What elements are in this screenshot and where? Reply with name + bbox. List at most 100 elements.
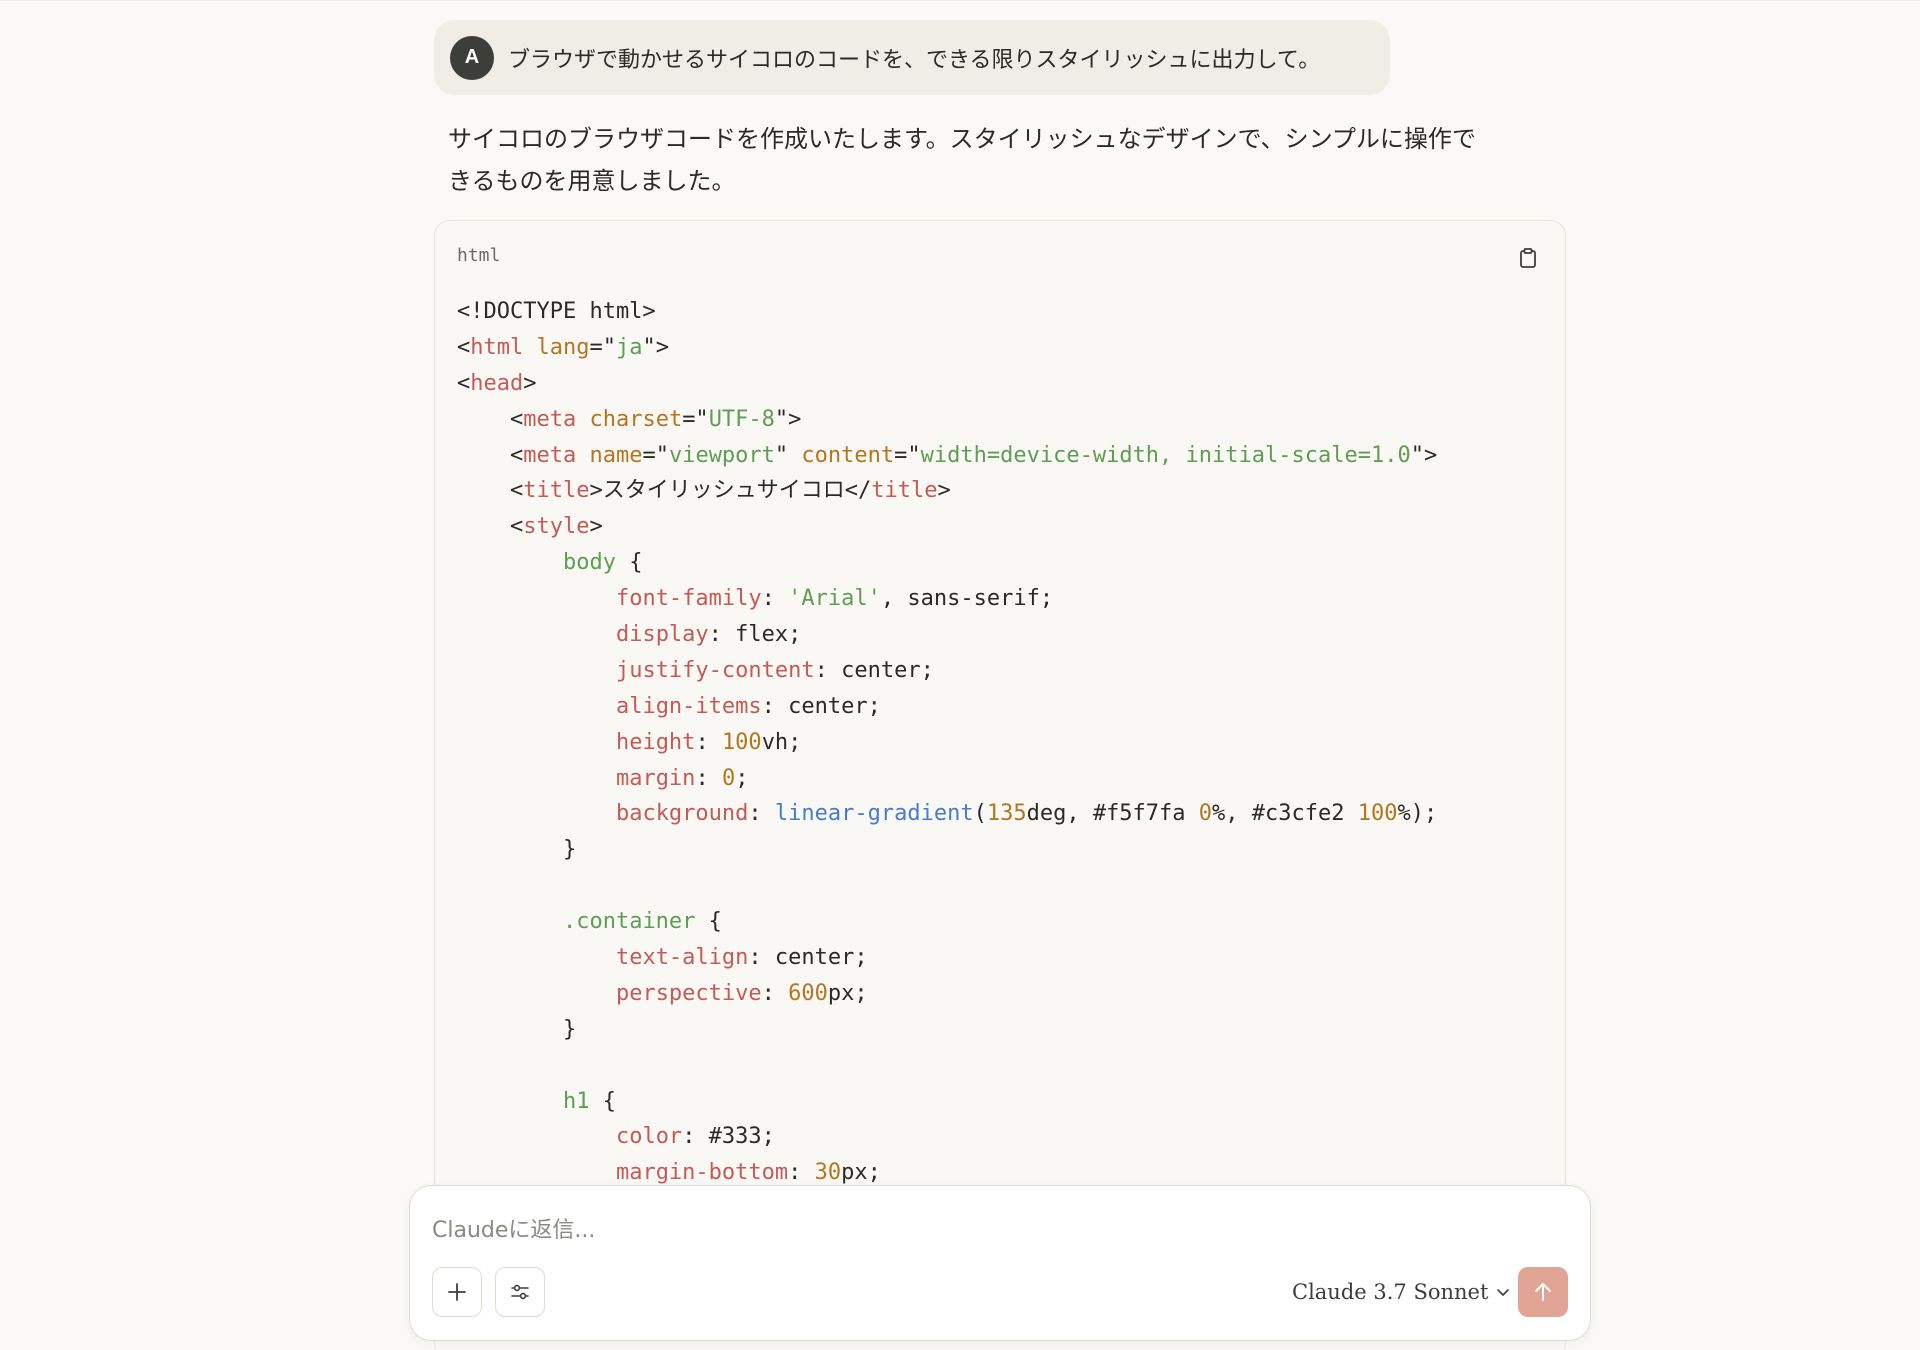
code-line: color: #333;	[457, 1119, 1437, 1155]
code-line: align-items: center;	[457, 689, 1437, 725]
code-token: deg, #f5f7fa	[1026, 801, 1199, 827]
code-token: display	[615, 622, 709, 648]
assistant-message: サイコロのブラウザコードを作成いたします。スタイリッシュなデザインで、シンプルに…	[448, 118, 1508, 202]
code-line: <title>スタイリッシュサイコロ</title>	[457, 473, 1437, 509]
code-token: }	[457, 837, 577, 863]
reply-input[interactable]	[432, 1210, 1532, 1250]
code-token: px;	[827, 980, 868, 1006]
code-token: "	[774, 442, 802, 468]
code-token: : center;	[814, 657, 934, 683]
code-line: justify-content: center;	[457, 653, 1437, 689]
copy-code-button[interactable]	[1515, 245, 1541, 271]
code-token: meta	[523, 406, 577, 432]
code-token: linear-gradient	[774, 801, 974, 827]
code-token: }	[457, 1016, 577, 1042]
clipboard-icon	[1520, 248, 1536, 268]
code-token: %);	[1397, 801, 1438, 827]
code-token: 100	[1357, 801, 1398, 827]
code-token: 135	[986, 801, 1027, 827]
code-token: : center;	[761, 693, 881, 719]
code-token: 0	[721, 765, 736, 791]
code-token: content	[801, 442, 895, 468]
code-line: .container {	[457, 904, 1437, 940]
code-line: <!DOCTYPE html>	[457, 294, 1437, 330]
code-line: <html lang="ja">	[457, 330, 1437, 366]
code-line: display: flex;	[457, 617, 1437, 653]
code-token: body	[562, 550, 616, 576]
code-token: >	[589, 514, 603, 540]
code-token: UTF-8	[708, 406, 775, 432]
model-selector[interactable]: Claude 3.7 Sonnet	[1292, 1272, 1510, 1312]
code-token: <	[457, 370, 471, 396]
code-token: {	[695, 909, 722, 935]
code-line: height: 100vh;	[457, 725, 1437, 761]
user-avatar: A	[450, 35, 494, 80]
code-line: <meta charset="UTF-8">	[457, 402, 1437, 438]
assistant-text-line-1: サイコロのブラウザコードを作成いたします。スタイリッシュなデザインで、シンプルに…	[448, 125, 1476, 153]
code-token: ">	[774, 406, 802, 432]
code-language-label: html	[457, 245, 501, 266]
code-token: width=device-width, initial-scale=1.0	[920, 442, 1411, 468]
code-line: }	[457, 832, 1437, 868]
code-token: ;	[735, 765, 749, 791]
code-token: ="	[894, 442, 921, 468]
code-token: <!DOCTYPE html>	[457, 299, 656, 324]
tools-button[interactable]	[495, 1267, 545, 1317]
code-token: margin-bottom	[615, 1160, 789, 1186]
code-token: >	[937, 478, 951, 504]
code-token: ="	[589, 334, 616, 360]
code-token: {	[615, 550, 643, 576]
code-token: meta	[523, 442, 577, 468]
code-line: body {	[457, 545, 1437, 581]
chevron-down-icon	[1497, 1289, 1510, 1296]
model-label: Claude 3.7 Sonnet	[1292, 1280, 1489, 1304]
add-button[interactable]	[432, 1267, 482, 1317]
code-token: 30	[814, 1160, 842, 1186]
code-token: color	[615, 1124, 683, 1150]
code-token: vh;	[761, 729, 802, 755]
code-line: <head>	[457, 366, 1437, 402]
code-token: .container	[562, 909, 696, 935]
code-line: background: linear-gradient(135deg, #f5f…	[457, 796, 1437, 832]
code-line: <meta name="viewport" content="width=dev…	[457, 438, 1437, 474]
code-token: >スタイリッシュサイコロ</	[589, 478, 872, 504]
user-message-text: ブラウザで動かせるサイコロのコードを、できる限りスタイリッシュに出力して。	[508, 47, 1321, 73]
code-token: margin	[615, 765, 696, 791]
arrow-up-icon	[1535, 1283, 1551, 1301]
code-token: <	[457, 478, 524, 504]
code-token: <	[457, 334, 471, 360]
code-token: charset	[589, 406, 683, 432]
code-token: background	[615, 801, 749, 827]
code-token: 'Arial'	[788, 586, 881, 612]
code-token: title	[523, 478, 590, 504]
reply-composer: Claude 3.7 Sonnet	[409, 1185, 1591, 1341]
code-token: :	[695, 729, 722, 755]
code-line: }	[457, 1012, 1437, 1048]
plus-icon	[448, 1283, 466, 1301]
code-token: :	[788, 1160, 815, 1186]
code-token: 100	[721, 729, 762, 755]
code-token: justify-content	[615, 657, 815, 683]
code-token: :	[761, 980, 789, 1006]
code-content: <!DOCTYPE html> <html lang="ja"> <head> <m…	[457, 294, 1437, 1191]
code-token: ="	[642, 442, 669, 468]
send-button[interactable]	[1518, 1267, 1568, 1317]
code-token: :	[695, 765, 722, 791]
code-token: text-align	[615, 945, 749, 971]
code-block: html <!DOCTYPE html> <html lang="ja"> <hea…	[434, 220, 1566, 1350]
assistant-text-line-2: きるものを用意しました。	[448, 167, 736, 195]
code-token: 600	[788, 980, 828, 1006]
